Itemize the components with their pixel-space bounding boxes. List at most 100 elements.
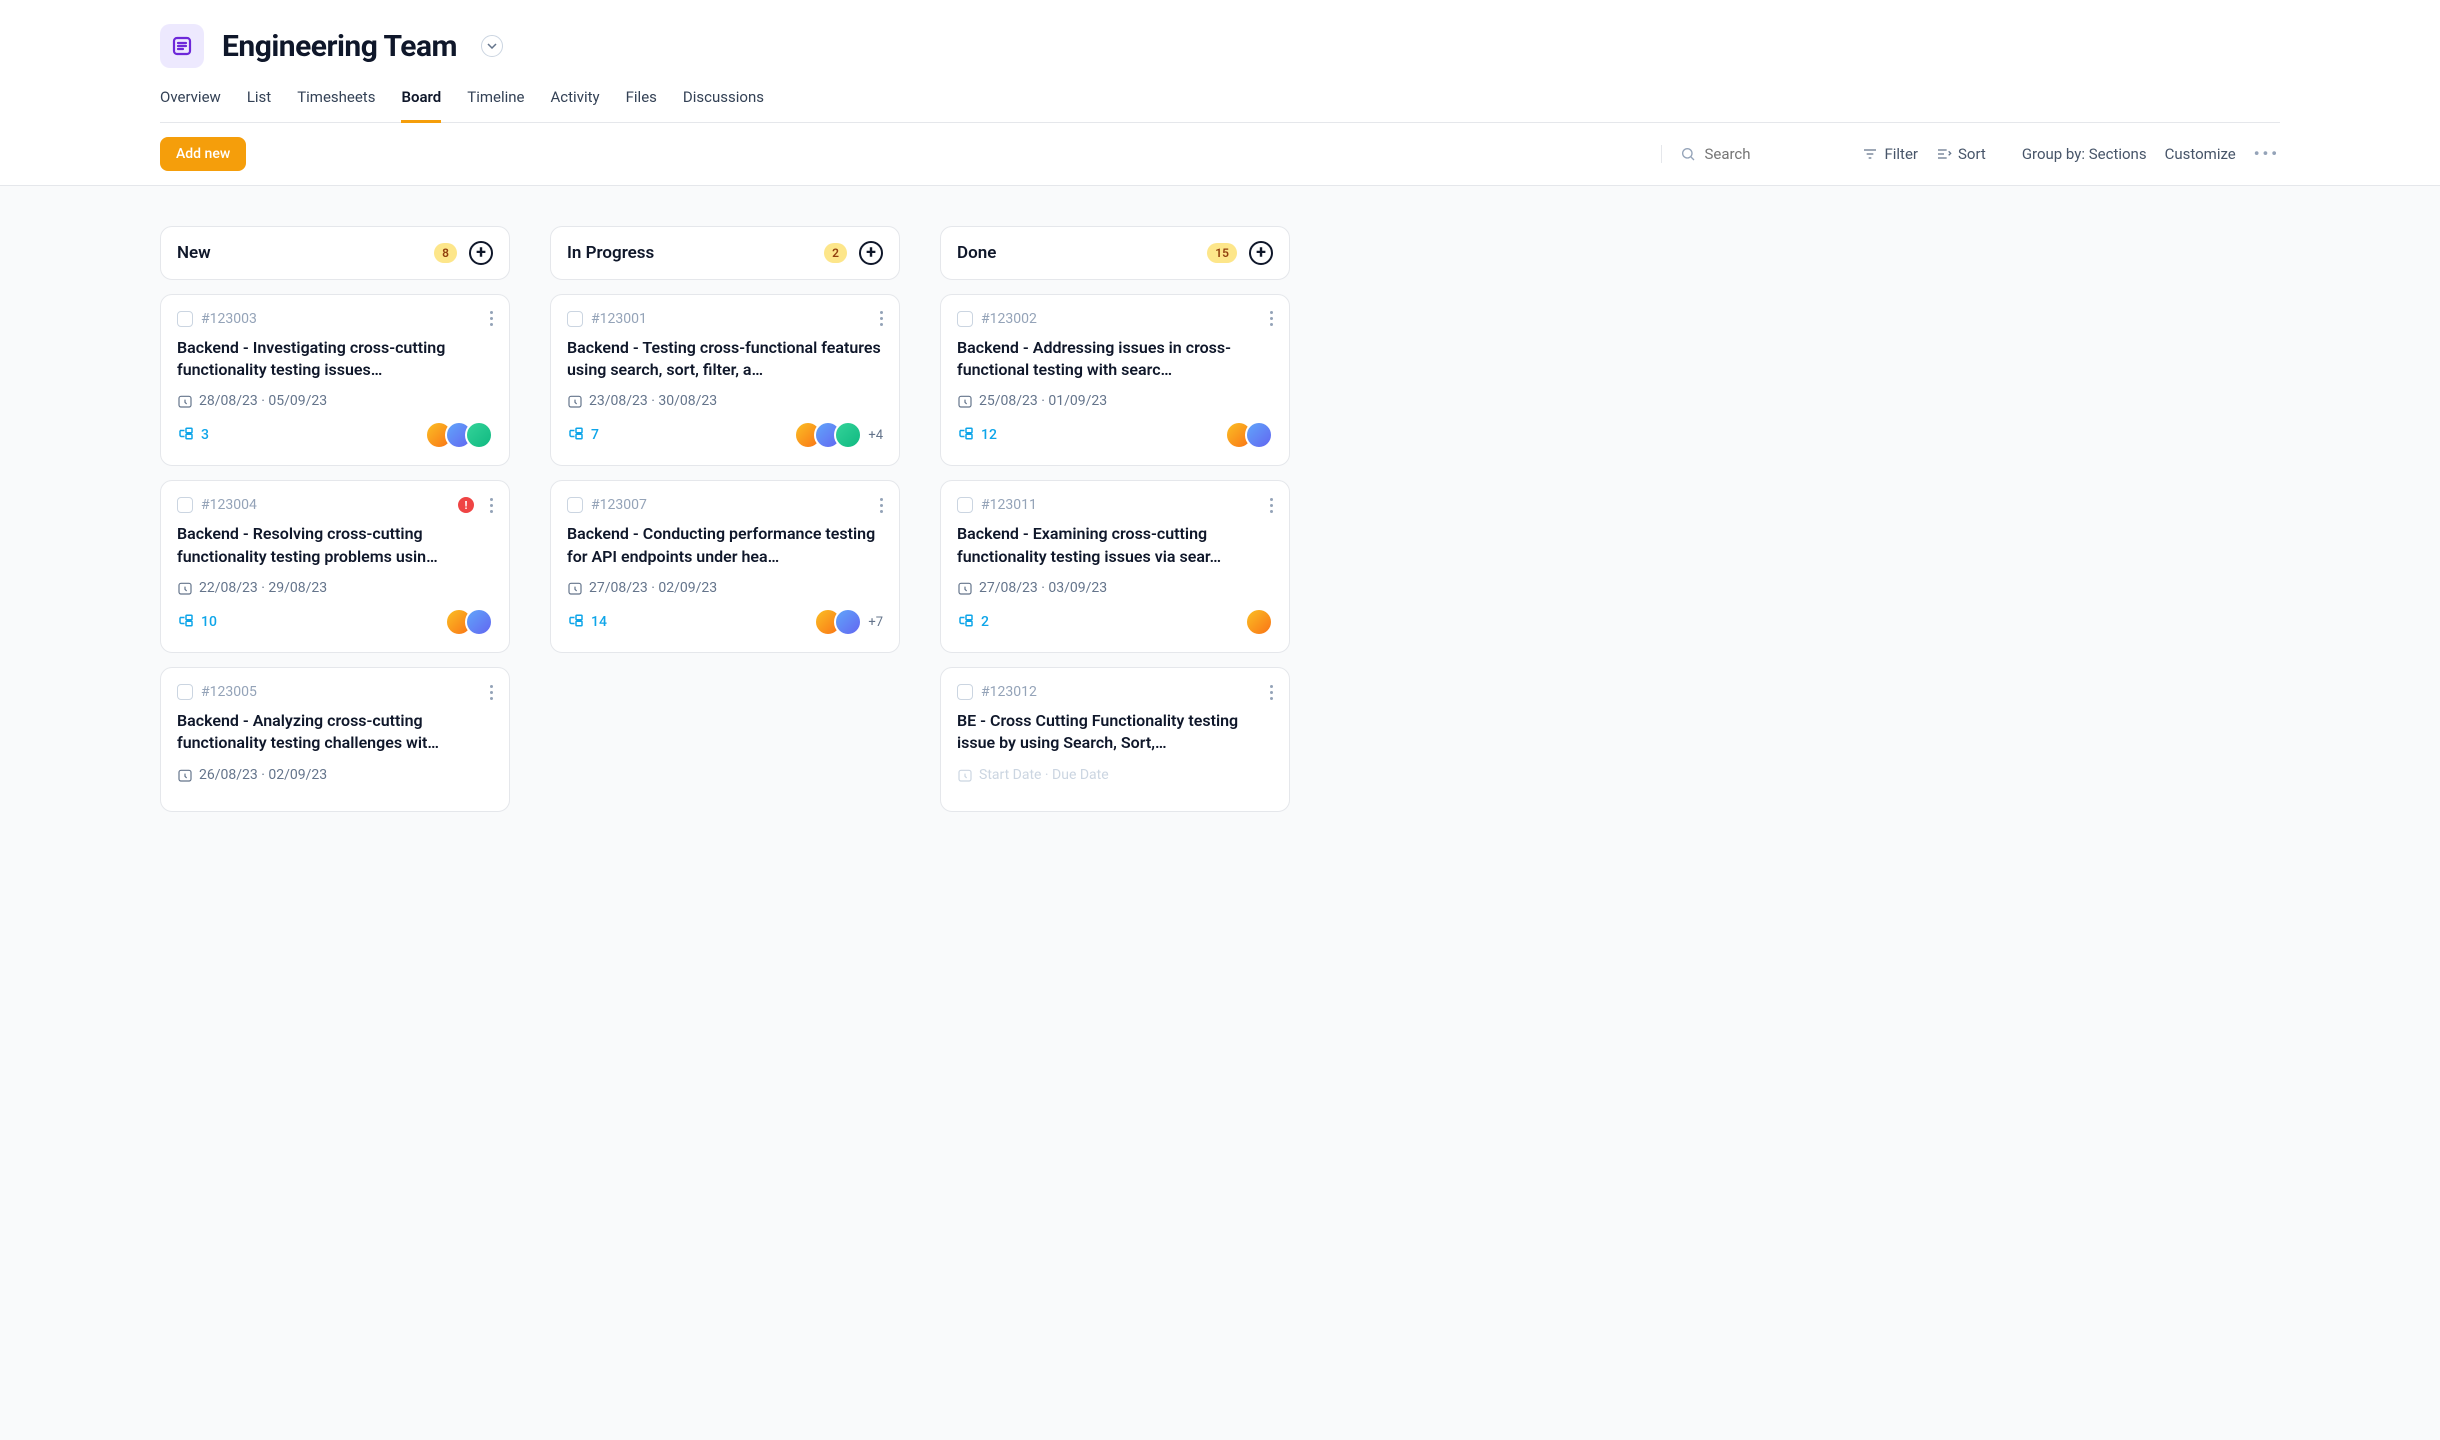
card-footer: 2 [957,608,1273,636]
column-title: New [177,243,434,263]
task-card[interactable]: #123005Backend - Analyzing cross-cutting… [160,667,510,812]
task-title: Backend - Resolving cross-cutting functi… [177,523,493,568]
more-options-button[interactable]: ••• [2254,144,2280,163]
task-checkbox[interactable] [567,497,583,513]
tab-board[interactable]: Board [401,88,441,123]
card-menu-button[interactable] [880,498,883,513]
subtasks-count[interactable]: 10 [177,613,217,631]
avatar [1245,608,1273,636]
sort-icon [1936,146,1952,162]
card-footer: 12 [957,421,1273,449]
column-title: In Progress [567,243,824,263]
avatar [465,421,493,449]
column-in-progress: In Progress2+#123001Backend - Testing cr… [550,226,900,668]
calendar-icon [567,393,583,409]
calendar-icon [567,580,583,596]
date-range: 27/08/23 · 02/09/23 [567,580,883,596]
assignee-avatars[interactable] [1225,421,1273,449]
task-checkbox[interactable] [957,311,973,327]
card-menu-button[interactable] [1270,311,1273,326]
task-checkbox[interactable] [567,311,583,327]
task-title: Backend - Investigating cross-cutting fu… [177,337,493,382]
add-new-button[interactable]: Add new [160,137,246,171]
column-new: New8+#123003Backend - Investigating cros… [160,226,510,826]
task-checkbox[interactable] [177,311,193,327]
card-top-row: #123007 [567,497,883,513]
card-footer: 14 +7 [567,608,883,636]
task-card[interactable]: #123003 Backend - Investigating cross-cut… [160,294,510,467]
subtasks-count[interactable]: 3 [177,426,209,444]
add-card-button[interactable]: + [859,241,883,265]
date-range-placeholder: Start Date · Due Date [957,767,1273,783]
assignee-avatars[interactable]: +4 [794,421,883,449]
filter-button[interactable]: Filter [1862,145,1918,163]
search-icon [1680,146,1696,162]
calendar-icon [957,580,973,596]
add-card-button[interactable]: + [469,241,493,265]
subtasks-count[interactable]: 14 [567,613,607,631]
assignee-avatars[interactable] [425,421,493,449]
title-dropdown-button[interactable] [481,35,503,57]
subtasks-icon [567,613,585,631]
tab-discussions[interactable]: Discussions [683,88,764,122]
page-header: Engineering Team OverviewListTimesheetsB… [0,0,2440,123]
card-top-row: #123003 [177,311,493,327]
assignee-avatars[interactable]: +7 [814,608,883,636]
task-card[interactable]: #123012 BE - Cross Cutting Functionality … [940,667,1290,812]
toolbar: Add new Filter Sort Group by: Sections C… [0,123,2440,186]
subtasks-count[interactable]: 7 [567,426,599,444]
tab-activity[interactable]: Activity [551,88,600,122]
card-menu-button[interactable] [490,498,493,513]
date-range: 27/08/23 · 03/09/23 [957,580,1273,596]
task-title: Backend - Testing cross-functional featu… [567,337,883,382]
assignee-avatars[interactable] [445,608,493,636]
task-id: #123012 [981,684,1037,700]
task-checkbox[interactable] [957,684,973,700]
card-menu-button[interactable] [880,311,883,326]
add-card-button[interactable]: + [1249,241,1273,265]
assignee-avatars[interactable] [1245,608,1273,636]
task-checkbox[interactable] [177,497,193,513]
task-checkbox[interactable] [177,684,193,700]
avatar-overflow-count: +4 [868,428,883,443]
search-field[interactable] [1661,145,1844,163]
date-range: 23/08/23 · 30/08/23 [567,393,883,409]
task-title: Backend - Examining cross-cutting functi… [957,523,1273,568]
card-menu-button[interactable] [490,311,493,326]
group-by-button[interactable]: Group by: Sections [2022,145,2147,163]
date-range: 26/08/23 · 02/09/23 [177,767,493,783]
kanban-board: New8+#123003Backend - Investigating cros… [0,186,2440,866]
subtasks-count[interactable]: 12 [957,426,997,444]
column-done: Done15+#123002Backend - Addressing issue… [940,226,1290,826]
card-top-row: #123002 [957,311,1273,327]
task-title: Backend - Addressing issues in cross-fun… [957,337,1273,382]
calendar-icon [957,767,973,783]
task-card[interactable]: #123011 Backend - Examining cross-cutting… [940,480,1290,653]
task-card[interactable]: #123002 Backend - Addressing issues in cr… [940,294,1290,467]
customize-button[interactable]: Customize [2165,145,2236,163]
tab-timesheets[interactable]: Timesheets [297,88,375,122]
card-menu-button[interactable] [1270,685,1273,700]
task-card[interactable]: #123001Backend - Testing cross-functiona… [550,294,900,467]
date-range: 25/08/23 · 01/09/23 [957,393,1273,409]
task-card[interactable]: #123004!Backend - Resolving cross-cuttin… [160,480,510,653]
avatar [834,608,862,636]
sort-button[interactable]: Sort [1936,145,1986,163]
subtasks-icon [177,426,195,444]
search-input[interactable] [1704,145,1844,163]
card-menu-button[interactable] [490,685,493,700]
calendar-icon [177,393,193,409]
filter-icon [1862,146,1878,162]
task-card[interactable]: #123007Backend - Conducting performance … [550,480,900,653]
date-range: 22/08/23 · 29/08/23 [177,580,493,596]
task-checkbox[interactable] [957,497,973,513]
task-title: BE - Cross Cutting Functionality testing… [957,710,1273,755]
tab-timeline[interactable]: Timeline [467,88,524,122]
tab-files[interactable]: Files [626,88,657,122]
avatar [834,421,862,449]
card-menu-button[interactable] [1270,498,1273,513]
subtasks-count[interactable]: 2 [957,613,989,631]
tab-overview[interactable]: Overview [160,88,221,122]
tab-list[interactable]: List [247,88,271,122]
task-id: #123011 [981,497,1037,513]
